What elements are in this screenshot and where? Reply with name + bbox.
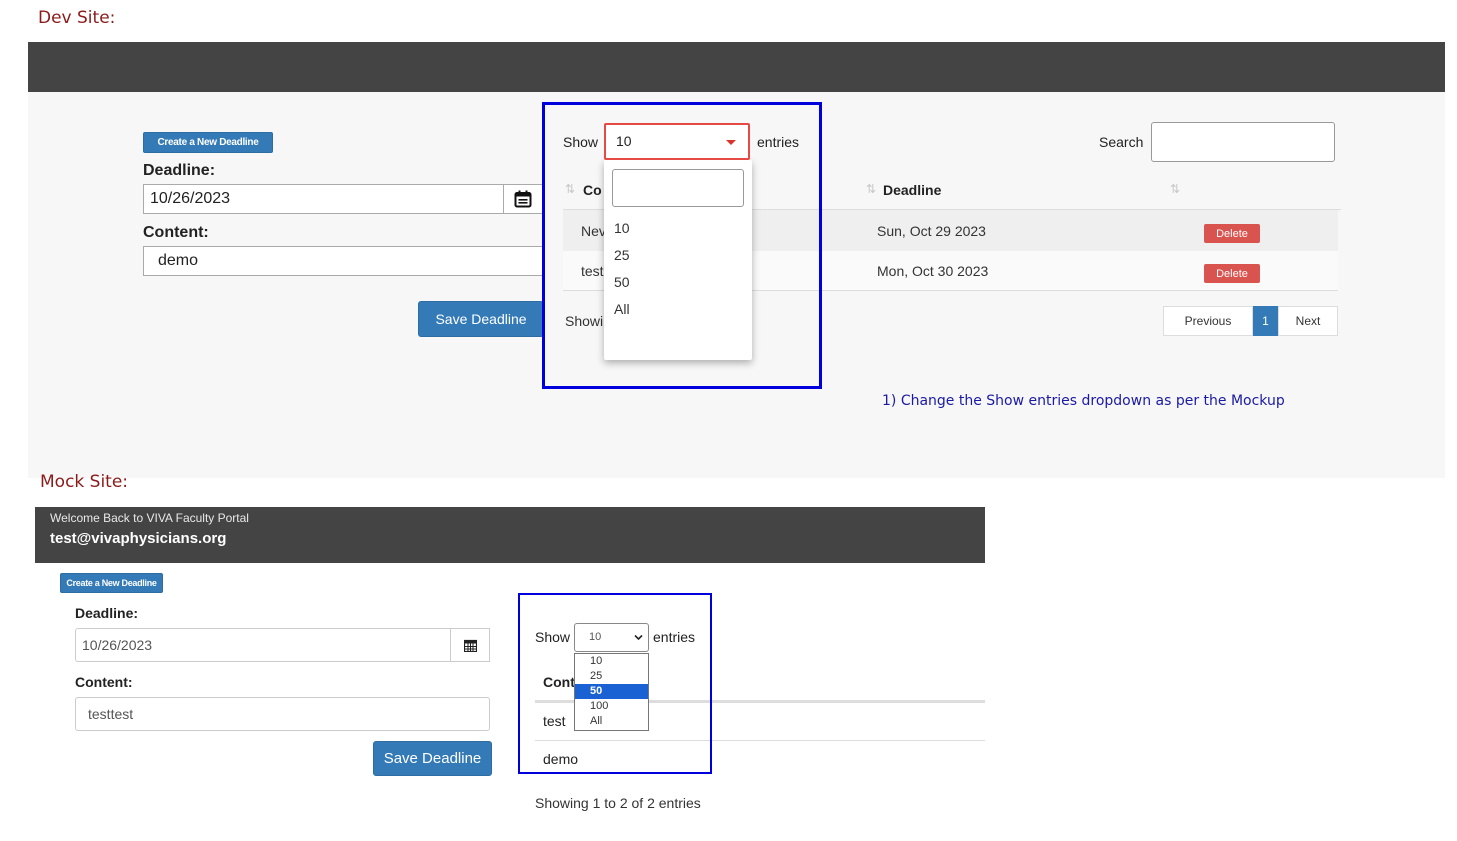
mock-calendar-button[interactable] [450, 628, 490, 662]
dev-section-title: Dev Site: [38, 8, 116, 28]
dev-deadline-input[interactable]: 10/26/2023 [143, 184, 504, 214]
dev-deadline-label: Deadline: [143, 162, 216, 179]
mock-header-bar: Welcome Back to VIVA Faculty Portal test… [35, 507, 985, 563]
dev-col-deadline[interactable]: Deadline [883, 182, 941, 198]
mock-deadline-value: 10/26/2023 [82, 637, 153, 653]
dev-highlight-box [542, 102, 822, 389]
mock-section-title: Mock Site: [40, 472, 129, 492]
dev-row2-delete-button[interactable]: Delete [1204, 264, 1260, 283]
dev-row2-deadline: Mon, Oct 30 2023 [877, 263, 989, 279]
mock-content-input[interactable]: testtest [75, 697, 490, 731]
dev-content-value: demo [158, 252, 199, 269]
calendar-icon [463, 639, 477, 652]
dev-next-button[interactable]: Next [1278, 306, 1338, 336]
dev-content-label: Content: [143, 224, 209, 241]
dev-previous-button[interactable]: Previous [1163, 306, 1253, 336]
mock-user-email: test@vivaphysicians.org [50, 530, 227, 547]
dev-deadline-value: 10/26/2023 [150, 190, 231, 207]
dev-content-input[interactable]: demo [143, 246, 543, 276]
dev-page-1-button[interactable]: 1 [1253, 306, 1278, 336]
mock-save-deadline-button[interactable]: Save Deadline [373, 741, 492, 776]
dev-header-bar [28, 42, 1445, 92]
mock-content-label: Content: [75, 674, 133, 690]
dev-search-input[interactable] [1151, 122, 1335, 162]
mock-deadline-label: Deadline: [75, 605, 139, 621]
mock-create-deadline-button[interactable]: Create a New Deadline [60, 573, 163, 593]
dev-calendar-button[interactable] [503, 184, 543, 214]
dev-save-deadline-button[interactable]: Save Deadline [418, 301, 544, 337]
calendar-icon [514, 190, 532, 208]
dev-create-deadline-button[interactable]: Create a New Deadline [143, 132, 273, 153]
mock-welcome-text: Welcome Back to VIVA Faculty Portal [50, 511, 249, 525]
mock-content-value: testtest [88, 706, 134, 722]
mock-showing-text: Showing 1 to 2 of 2 entries [535, 795, 701, 811]
sort-icon[interactable]: ⇅ [1170, 182, 1180, 196]
dev-annotation-note: 1) Change the Show entries dropdown as p… [882, 393, 1285, 409]
dev-row1-delete-button[interactable]: Delete [1204, 224, 1260, 243]
sort-icon[interactable]: ⇅ [866, 182, 876, 196]
mock-highlight-box [518, 593, 712, 774]
dev-search-label: Search [1099, 134, 1144, 150]
dev-row1-deadline: Sun, Oct 29 2023 [877, 223, 986, 239]
mock-deadline-input[interactable]: 10/26/2023 [75, 628, 451, 662]
